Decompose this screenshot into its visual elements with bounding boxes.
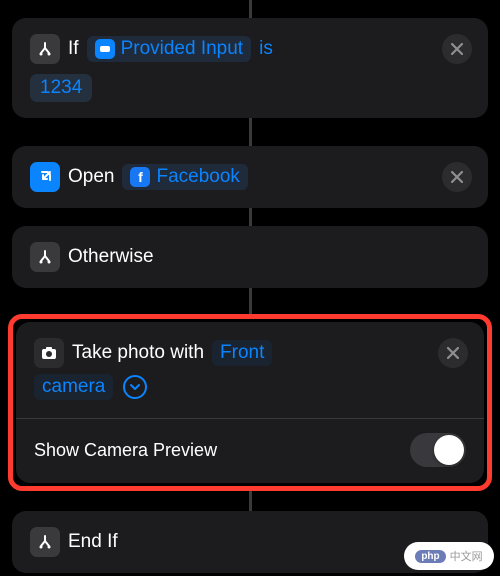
app-name-label: Facebook bbox=[156, 166, 239, 188]
action-if-card[interactable]: If Provided Input is 1234 bbox=[12, 18, 488, 118]
close-button[interactable] bbox=[438, 338, 468, 368]
endif-keyword: End If bbox=[68, 531, 118, 553]
if-keyword: If bbox=[68, 38, 79, 60]
camera-param-front[interactable]: Front bbox=[212, 340, 272, 366]
show-preview-toggle[interactable] bbox=[410, 433, 466, 467]
expand-options-button[interactable] bbox=[123, 375, 147, 399]
open-keyword: Open bbox=[68, 166, 114, 188]
chevron-down-icon bbox=[130, 382, 140, 392]
otherwise-keyword: Otherwise bbox=[68, 246, 154, 268]
camera-param-camera[interactable]: camera bbox=[34, 374, 113, 400]
close-icon bbox=[447, 347, 459, 359]
close-button[interactable] bbox=[442, 34, 472, 64]
watermark-text: 中文网 bbox=[450, 548, 483, 564]
branch-icon bbox=[30, 34, 60, 64]
highlighted-action: Take photo with Front camera Show Camera… bbox=[8, 314, 492, 491]
camera-icon bbox=[34, 338, 64, 368]
take-photo-label: Take photo with bbox=[72, 342, 204, 364]
action-otherwise-card[interactable]: Otherwise bbox=[12, 226, 488, 288]
action-take-photo-card[interactable]: Take photo with Front camera Show Camera… bbox=[16, 322, 484, 483]
input-icon bbox=[95, 39, 115, 59]
watermark: php 中文网 bbox=[404, 542, 494, 570]
close-icon bbox=[451, 43, 463, 55]
close-button[interactable] bbox=[442, 162, 472, 192]
value-chip[interactable]: 1234 bbox=[30, 74, 92, 102]
toggle-knob bbox=[434, 435, 464, 465]
branch-icon bbox=[30, 527, 60, 557]
show-preview-label: Show Camera Preview bbox=[34, 440, 217, 461]
action-open-card[interactable]: Open f Facebook bbox=[12, 146, 488, 208]
open-app-icon bbox=[30, 162, 60, 192]
condition-label[interactable]: is bbox=[259, 38, 273, 60]
branch-icon bbox=[30, 242, 60, 272]
provided-input-label: Provided Input bbox=[121, 38, 244, 60]
app-token[interactable]: f Facebook bbox=[122, 164, 247, 190]
facebook-icon: f bbox=[130, 167, 150, 187]
watermark-badge: php bbox=[415, 550, 445, 563]
provided-input-token[interactable]: Provided Input bbox=[87, 36, 252, 62]
close-icon bbox=[451, 171, 463, 183]
